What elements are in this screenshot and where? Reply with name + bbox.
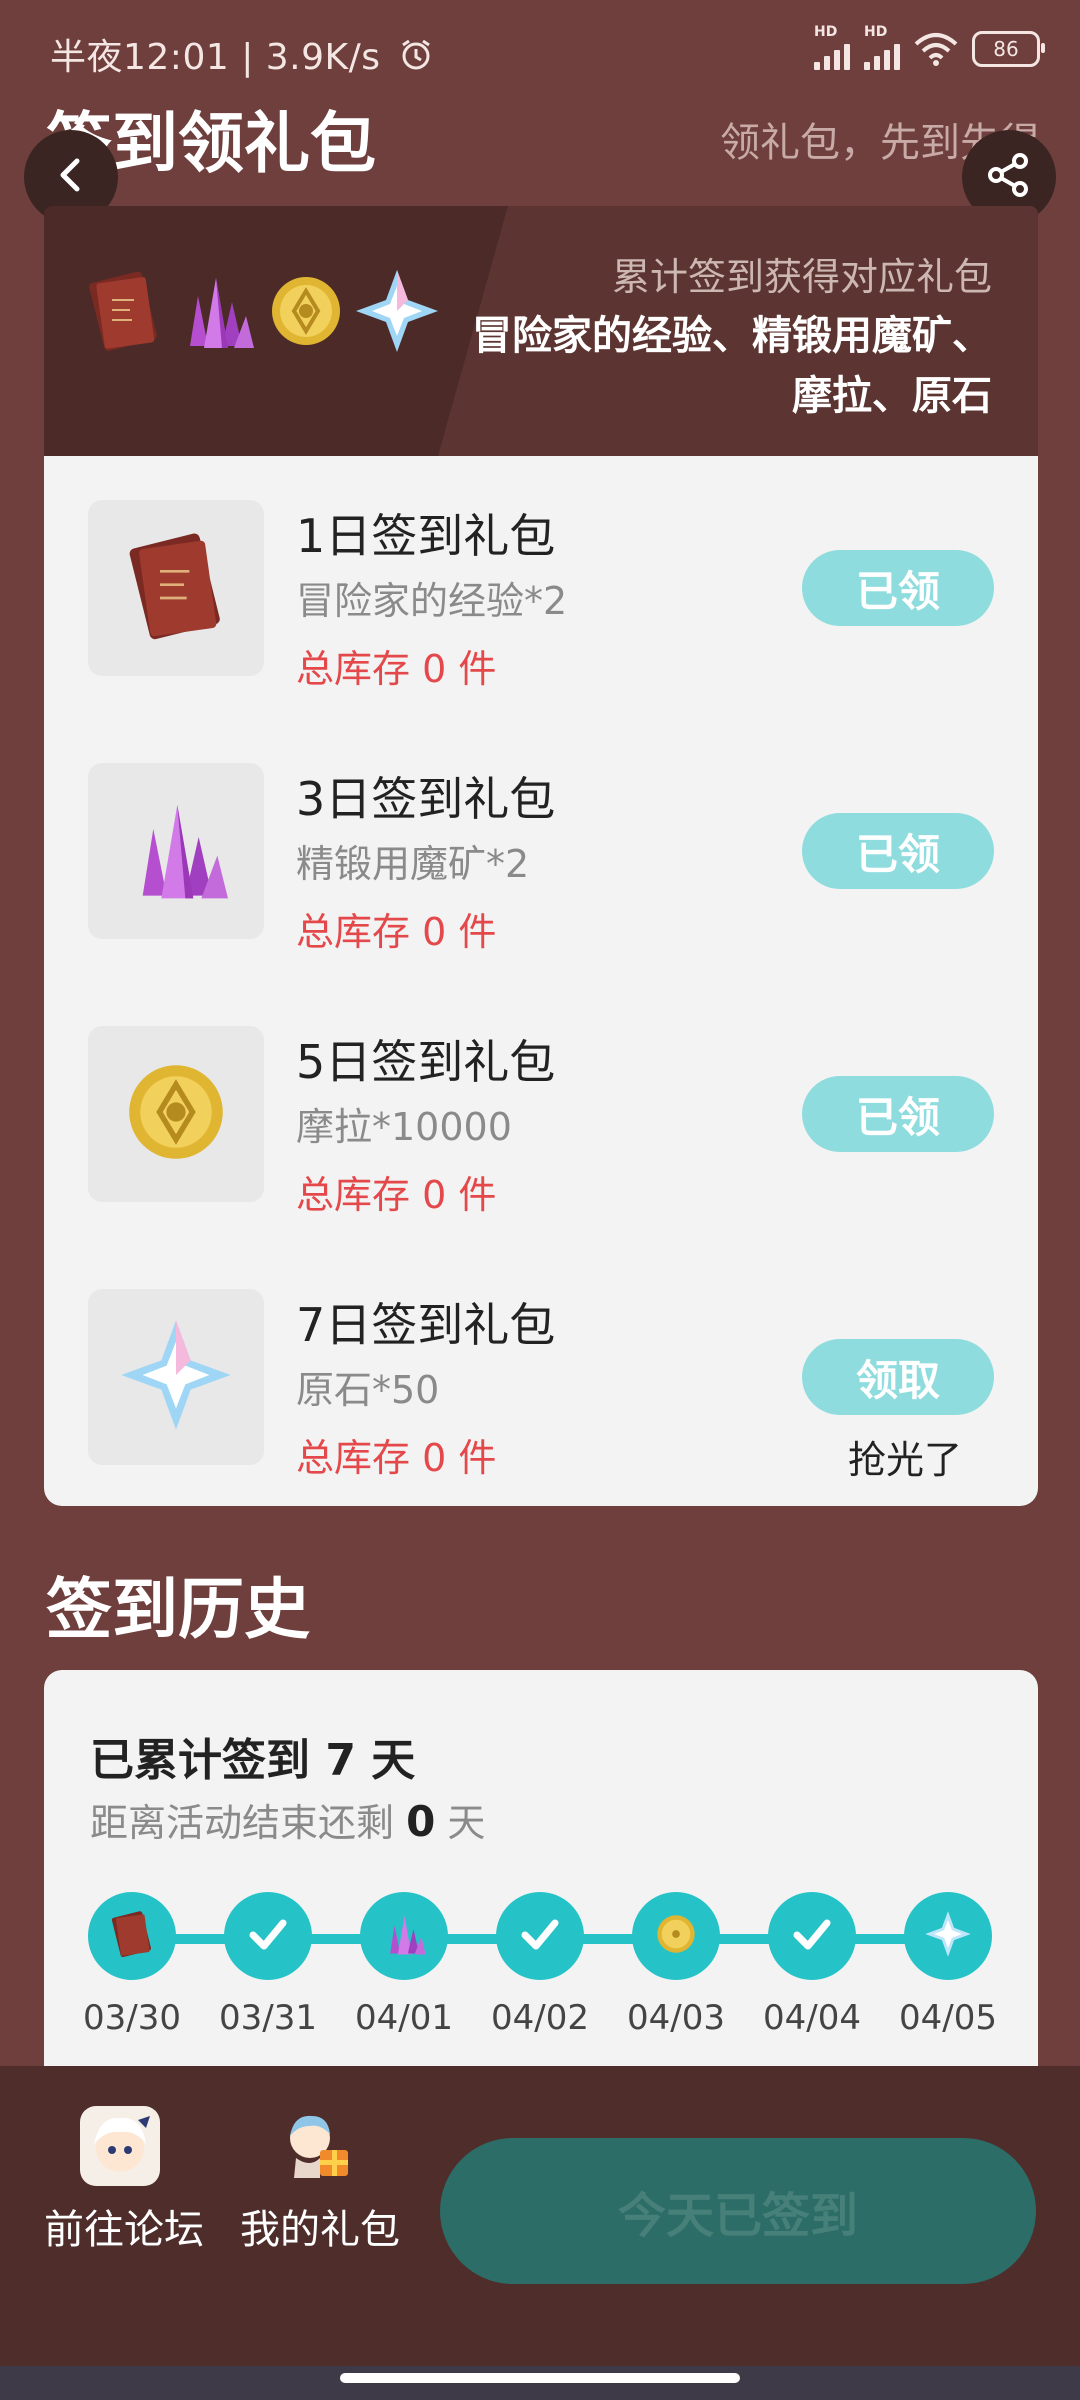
gift-row: 3日签到礼包 精锻用魔矿*2 总库存 0 件 已领 [44,733,1038,954]
book-icon [84,266,164,360]
remain-prefix: 距离活动结束还剩 [90,1801,407,1845]
gift-title: 1日签到礼包 [296,509,556,563]
primogem-icon [116,1315,236,1439]
gift-stock: 总库存 0 件 [296,910,497,954]
timeline-day-node [496,1892,584,1980]
timeline-date: 04/04 [763,1998,861,2038]
gift-thumbnail [88,763,264,939]
primogem-icon [923,1909,973,1963]
status-bar: 半夜12:01 | 3.9K/s HD HD 86 [0,0,1080,100]
gift-avatar-icon [276,2106,356,2186]
gift-row: 5日签到礼包 摩拉*10000 总库存 0 件 已领 [44,996,1038,1217]
crystal-icon [170,266,260,360]
sold-out-label: 抢光了 [847,1438,962,1482]
timeline-day-node [224,1892,312,1980]
primogem-icon [352,266,442,360]
gift-title: 5日签到礼包 [296,1035,556,1089]
check-icon [789,1911,835,1961]
gift-list-card: 1日签到礼包 冒险家的经验*2 总库存 0 件 已领 3日签到礼包 精锻用魔矿*… [44,456,1038,1506]
crystal-icon [379,1909,429,1963]
home-indicator[interactable] [340,2373,740,2383]
signal-hd-label: HD [864,24,888,40]
gift-row: 7日签到礼包 原石*50 总库存 0 件 领取 抢光了 [44,1259,1038,1482]
paimon-avatar-icon [80,2106,160,2186]
book-icon [108,1908,156,1964]
gift-title: 7日签到礼包 [296,1298,556,1352]
signal-icon: HD [864,24,900,70]
timeline-date: 03/30 [83,1998,181,2038]
book-icon [121,526,231,650]
timeline-date: 04/03 [627,1998,725,2038]
history-heading: 签到历史 [46,1571,310,1648]
timeline-day-node [632,1892,720,1980]
battery-icon: 86 [972,31,1045,67]
signal-icon: HD [814,24,850,70]
timeline-date: 03/31 [219,1998,317,2038]
banner-rewards: 冒险家的经验、精锻用魔矿、摩拉、原石 [472,313,992,419]
timeline-date: 04/02 [491,1998,589,2038]
timeline-day-node [768,1892,856,1980]
gesture-bar [0,2366,1080,2400]
total-suffix: 天 [355,1735,416,1786]
signed-today-button[interactable]: 今天已签到 [440,2138,1036,2284]
battery-level: 86 [993,37,1019,61]
remain-value: 0 [406,1797,436,1846]
claimed-button[interactable]: 已领 [802,813,994,889]
history-card: 已累计签到 7 天 距离活动结束还剩 0 天 03/30 03/31 04/01… [44,1670,1038,2070]
gift-description: 原石*50 [296,1368,440,1412]
days-remaining: 距离活动结束还剩 0 天 [90,1792,485,1847]
claimed-button[interactable]: 已领 [802,550,994,626]
forum-label: 前往论坛 [44,2207,204,2253]
reward-banner: 累计签到获得对应礼包 冒险家的经验、精锻用魔矿、摩拉、原石 [44,206,1038,456]
total-value: 7 [325,1735,356,1786]
gift-title: 3日签到礼包 [296,772,556,826]
gift-thumbnail [88,1026,264,1202]
mora-coin-icon [654,1912,698,1960]
total-prefix: 已累计签到 [90,1735,326,1786]
gift-stock: 总库存 0 件 [296,647,497,691]
timeline-date: 04/01 [355,1998,453,2038]
forum-nav-item[interactable]: 前往论坛 [44,2106,204,2260]
my-gifts-nav-item[interactable]: 我的礼包 [240,2106,400,2260]
banner-icon-group [84,266,442,360]
share-icon [984,150,1034,204]
timeline-day-node [360,1892,448,1980]
gift-row: 1日签到礼包 冒险家的经验*2 总库存 0 件 已领 [44,470,1038,691]
alarm-icon [398,37,434,82]
check-icon [517,1911,563,1961]
timeline-day-node [88,1892,176,1980]
my-gifts-label: 我的礼包 [240,2207,400,2253]
gift-thumbnail [88,500,264,676]
banner-caption: 累计签到获得对应礼包 [611,255,992,299]
gift-description: 摩拉*10000 [296,1105,512,1149]
wifi-icon [914,32,958,66]
total-signin-days: 已累计签到 7 天 [90,1724,415,1788]
chevron-left-icon [51,155,91,199]
crystal-icon [116,789,236,913]
claimed-button[interactable]: 已领 [802,1076,994,1152]
gift-thumbnail [88,1289,264,1465]
bottom-action-bar: 前往论坛 我的礼包 今天已签到 [0,2066,1080,2366]
gift-stock: 总库存 0 件 [296,1436,497,1480]
gift-description: 冒险家的经验*2 [296,579,568,623]
status-time: 半夜12:01 | 3.9K/s [50,28,434,82]
gift-description: 精锻用魔矿*2 [296,842,530,886]
mora-coin-icon [266,271,346,355]
timeline-day-node [904,1892,992,1980]
timeline-date: 04/05 [899,1998,997,2038]
status-icons: HD HD 86 [814,24,1045,70]
mora-coin-icon [121,1057,231,1171]
gift-stock: 总库存 0 件 [296,1173,497,1217]
check-icon [245,1911,291,1961]
claim-button[interactable]: 领取 [802,1339,994,1415]
signal-hd-label: HD [814,24,838,40]
remain-suffix: 天 [435,1801,486,1845]
status-time-text: 半夜12:01 | 3.9K/s [50,37,381,78]
